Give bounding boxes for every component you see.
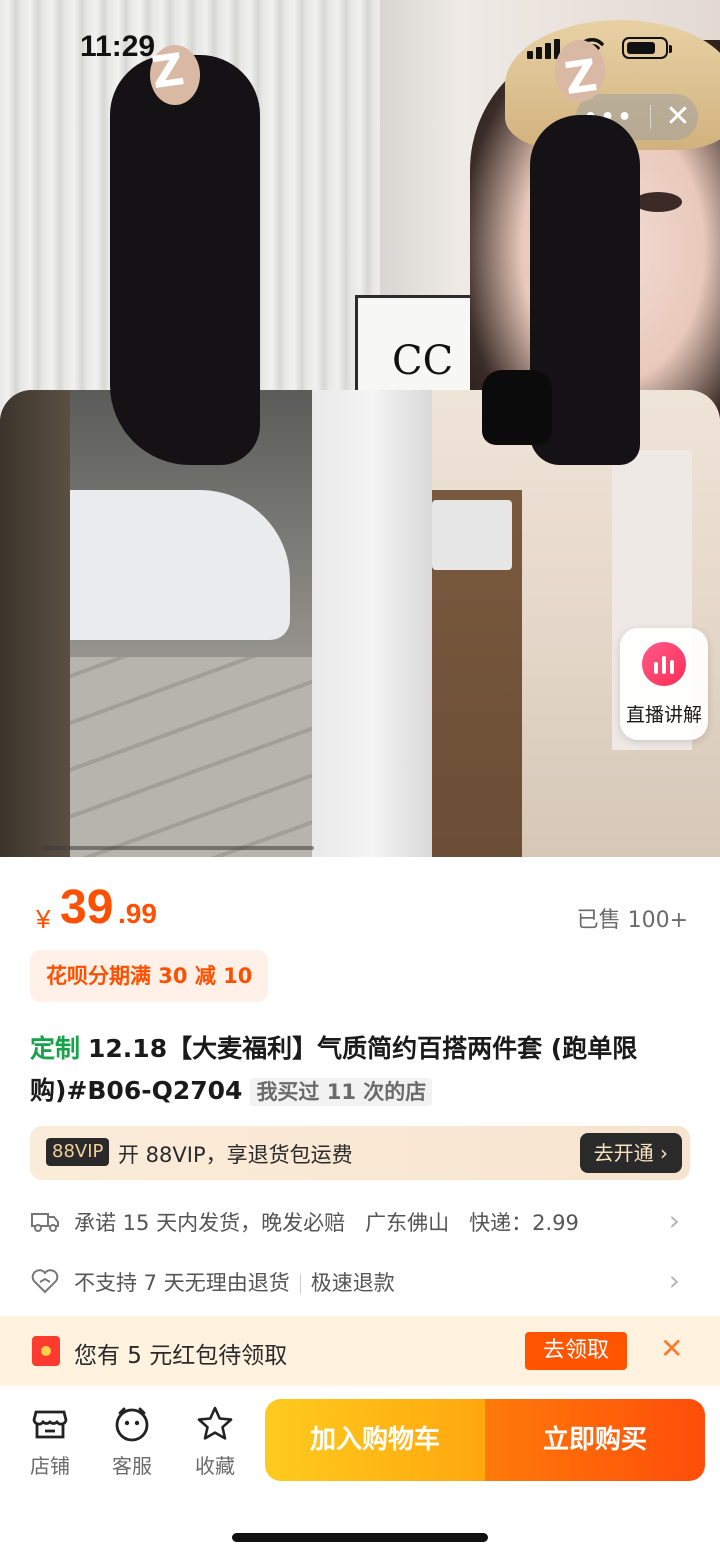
face-cover-mark: Z [561,50,601,105]
service-label: 客服 [112,1454,152,1478]
model-figure [110,55,260,465]
shop-button[interactable]: 店铺 [15,1404,85,1479]
favorite-label: 收藏 [195,1454,235,1478]
price-decimal: .99 [118,898,157,929]
chevron-right-icon: › [668,1264,680,1297]
eye [634,192,682,212]
product-photo-street[interactable] [0,390,312,857]
live-explain-label: 直播讲解 [625,704,702,726]
buy-now-button[interactable]: 立即购买 [485,1399,705,1481]
vip-banner[interactable]: 88VIP 开 88VIP，享退货包运费 去开通 › [30,1126,690,1180]
live-explain-button[interactable]: 直播讲解 [620,628,708,740]
purchase-actions: 加入购物车 立即购买 [265,1399,705,1481]
sold-count: 已售 100+ [576,908,688,933]
promo-tag[interactable]: 花呗分期满 30 减 10 [30,950,269,1002]
refund-policy: 极速退款 [310,1271,395,1295]
customer-service-button[interactable]: 客服 [97,1404,167,1479]
photo-divider [312,390,432,857]
machine [432,500,512,570]
tree [0,390,70,857]
live-bars-icon [642,642,686,686]
red-envelope-icon [32,1336,60,1366]
shipping-fee: 快递：2.99 [469,1211,579,1235]
heart-shield-icon [30,1266,60,1296]
product-title: 定制 12.18【大麦福利】气质简约百搭两件套 (跑单限购)#B06-Q2704 我… [30,1028,690,1113]
store-icon [15,1404,85,1444]
status-bar: 11:29 [0,0,720,96]
return-policy: 不支持 7 天无理由退货 [74,1271,290,1295]
close-icon[interactable]: ✕ [660,1332,683,1365]
shipping-origin: 广东佛山 [365,1211,450,1235]
red-packet-text: 您有 5 元红包待领取 [74,1343,288,1369]
favorite-button[interactable]: 收藏 [180,1404,250,1479]
capsule-divider [649,105,651,129]
custom-tag: 定制 [30,1034,81,1063]
shop-label: 店铺 [30,1454,70,1478]
vip-text: 开 88VIP，享退货包运费 [118,1143,353,1167]
service-face-icon [97,1404,167,1444]
handbag [482,370,552,445]
status-time: 11:29 [80,30,156,63]
add-to-cart-button[interactable]: 加入购物车 [265,1399,485,1481]
price-currency: ¥ [36,904,51,934]
visited-store-badge[interactable]: 我买过 11 次的店 [250,1078,433,1106]
face-cover-mark: Z [148,44,188,99]
chevron-right-icon: › [668,1204,680,1237]
price-integer: 39 [60,881,114,934]
battery-icon [622,37,672,59]
vip-badge: 88VIP [46,1138,110,1166]
returns-row[interactable]: 不支持 7 天无理由退货 极速退款 › [30,1256,690,1306]
close-icon[interactable]: ✕ [665,102,690,132]
shipping-row[interactable]: 承诺 15 天内发货，晚发必赔 广东佛山 快递：2.99 › [30,1196,690,1246]
gallery-scroll-indicator [42,846,314,850]
star-icon [180,1404,250,1444]
shipping-promise: 承诺 15 天内发货，晚发必赔 [74,1211,346,1235]
truck-icon [30,1206,60,1236]
red-packet-banner[interactable]: 您有 5 元红包待领取 去领取 ✕ [0,1316,720,1386]
home-indicator[interactable] [232,1533,488,1542]
vip-open-button[interactable]: 去开通 › [579,1133,682,1173]
claim-button[interactable]: 去领取 [525,1332,627,1370]
